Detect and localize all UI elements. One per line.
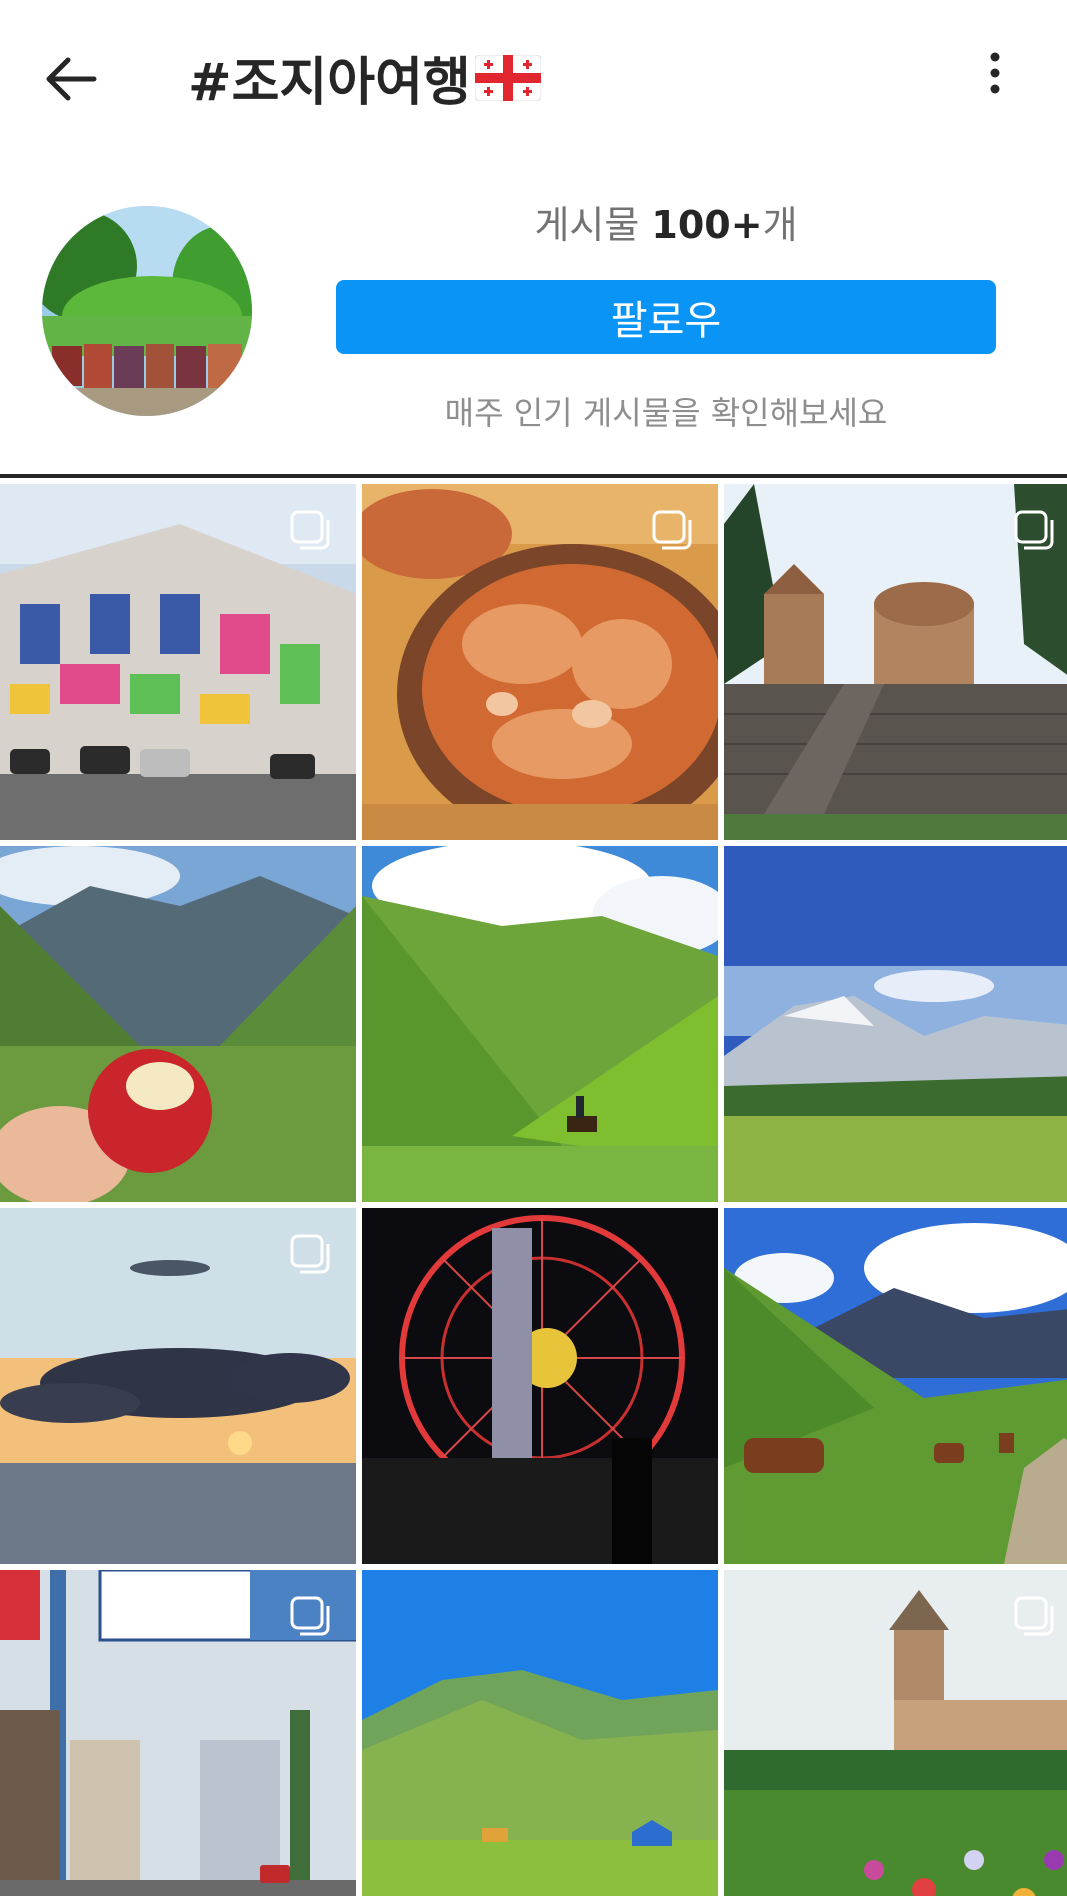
multiple-posts-icon xyxy=(290,1234,330,1274)
posts-prefix: 게시물 xyxy=(534,203,652,247)
posts-number: 100+ xyxy=(651,203,763,247)
multiple-posts-icon xyxy=(1014,510,1054,550)
page-title: #조지아여행 xyxy=(188,40,541,115)
grid-post-horses-meadow[interactable] xyxy=(724,1208,1067,1564)
grid-post-graffiti-building[interactable] xyxy=(0,484,356,840)
georgia-flag-icon xyxy=(474,54,541,101)
grid-post-stew-dish[interactable] xyxy=(362,484,718,840)
posts-suffix: 개 xyxy=(762,203,798,247)
grid-post-green-valley-horse[interactable] xyxy=(362,846,718,1202)
divider xyxy=(0,474,1067,478)
arrow-left-icon[interactable] xyxy=(36,44,106,114)
grid-post-city-street[interactable] xyxy=(0,1570,356,1896)
top-bar: #조지아여행 xyxy=(0,0,1067,150)
hashtag-avatar xyxy=(42,206,252,416)
follow-button[interactable]: 팔로우 xyxy=(336,280,996,354)
grid-post-green-hills-tents[interactable] xyxy=(362,1570,718,1896)
grid-post-stone-church[interactable] xyxy=(724,484,1067,840)
more-vertical-icon[interactable] xyxy=(975,48,1015,98)
grid-post-church-garden[interactable] xyxy=(724,1570,1067,1896)
grid-post-ferris-wheel-night[interactable] xyxy=(362,1208,718,1564)
multiple-posts-icon xyxy=(652,510,692,550)
grid-post-sunset-sea[interactable] xyxy=(0,1208,356,1564)
weekly-top-posts-hint: 매주 인기 게시물을 확인해보세요 xyxy=(444,394,888,432)
posts-count: 게시물 100+개 xyxy=(336,194,996,249)
hashtag-title: #조지아여행 xyxy=(188,53,471,113)
multiple-posts-icon xyxy=(290,1596,330,1636)
multiple-posts-icon xyxy=(1014,1596,1054,1636)
grid-post-snowy-mountains[interactable] xyxy=(724,846,1067,1202)
grid-post-apple-mountains[interactable] xyxy=(0,846,356,1202)
multiple-posts-icon xyxy=(290,510,330,550)
